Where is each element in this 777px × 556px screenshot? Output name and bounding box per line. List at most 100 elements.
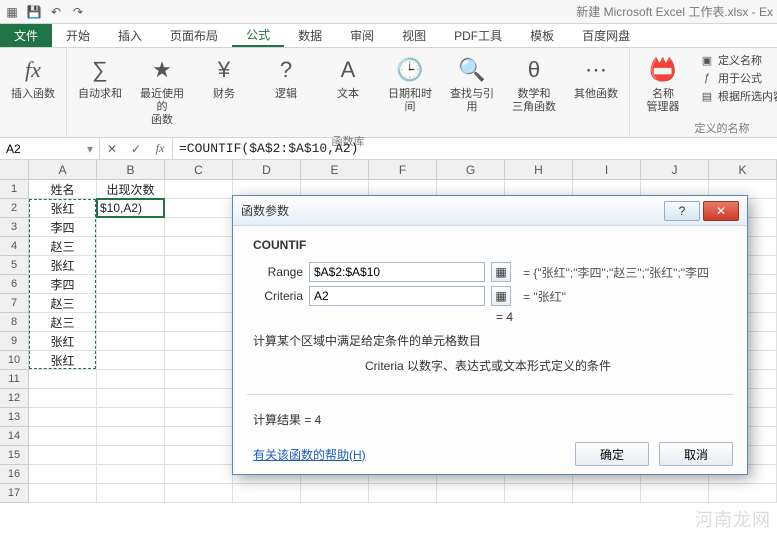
dialog-titlebar[interactable]: 函数参数 ? ✕: [233, 196, 747, 226]
tab-insert[interactable]: 插入: [104, 24, 156, 47]
tab-formulas[interactable]: 公式: [232, 24, 284, 47]
column-header-G[interactable]: G: [437, 160, 505, 180]
define-name-button[interactable]: ▣定义名称: [700, 52, 777, 68]
cell[interactable]: [709, 484, 777, 503]
cell[interactable]: 姓名: [29, 180, 97, 199]
use-in-formula-button[interactable]: ƒ用于公式: [700, 70, 777, 86]
cell[interactable]: [97, 313, 165, 332]
cell[interactable]: 张红: [29, 256, 97, 275]
row-header-11[interactable]: 11: [0, 370, 29, 389]
formula-enter-button[interactable]: ✓: [124, 138, 148, 159]
cell[interactable]: [29, 446, 97, 465]
cell[interactable]: [29, 370, 97, 389]
cell[interactable]: [97, 408, 165, 427]
criteria-picker-button[interactable]: ▦: [491, 286, 511, 306]
cell[interactable]: [29, 484, 97, 503]
formula-cancel-button[interactable]: ✕: [100, 138, 124, 159]
range-picker-button[interactable]: ▦: [491, 262, 511, 282]
name-manager-button[interactable]: 📛 名称管理器: [634, 50, 692, 118]
column-header-K[interactable]: K: [709, 160, 777, 180]
cell[interactable]: [165, 313, 233, 332]
cell[interactable]: [233, 484, 301, 503]
cell[interactable]: [301, 484, 369, 503]
row-header-2[interactable]: 2: [0, 199, 29, 218]
cell[interactable]: [165, 484, 233, 503]
row-header-3[interactable]: 3: [0, 218, 29, 237]
cell[interactable]: [97, 370, 165, 389]
cell[interactable]: [165, 294, 233, 313]
cell[interactable]: [97, 427, 165, 446]
financial-button[interactable]: ¥ 财务: [195, 50, 253, 105]
dialog-close-button[interactable]: ✕: [703, 201, 739, 221]
tab-review[interactable]: 审阅: [336, 24, 388, 47]
cell[interactable]: [573, 484, 641, 503]
cell[interactable]: $10,A2): [97, 199, 165, 218]
cell[interactable]: [165, 427, 233, 446]
column-header-B[interactable]: B: [97, 160, 165, 180]
autosum-button[interactable]: ∑ 自动求和: [71, 50, 129, 105]
chevron-down-icon[interactable]: ▾: [87, 142, 93, 156]
cell[interactable]: [369, 484, 437, 503]
qat-save-icon[interactable]: 💾: [26, 4, 42, 20]
column-header-I[interactable]: I: [573, 160, 641, 180]
recent-functions-button[interactable]: ★ 最近使用的函数: [133, 50, 191, 131]
cell[interactable]: [29, 465, 97, 484]
criteria-input[interactable]: [309, 286, 485, 306]
tab-data[interactable]: 数据: [284, 24, 336, 47]
more-functions-button[interactable]: ⋯ 其他函数: [567, 50, 625, 105]
column-header-A[interactable]: A: [29, 160, 97, 180]
cell[interactable]: 张红: [29, 199, 97, 218]
cell[interactable]: [97, 218, 165, 237]
column-header-D[interactable]: D: [233, 160, 301, 180]
column-header-E[interactable]: E: [301, 160, 369, 180]
row-header-10[interactable]: 10: [0, 351, 29, 370]
cell[interactable]: [165, 275, 233, 294]
cell[interactable]: [165, 465, 233, 484]
tab-layout[interactable]: 页面布局: [156, 24, 232, 47]
cell[interactable]: [97, 237, 165, 256]
column-header-C[interactable]: C: [165, 160, 233, 180]
cell[interactable]: [29, 389, 97, 408]
cell[interactable]: [97, 446, 165, 465]
cell[interactable]: [97, 484, 165, 503]
cell[interactable]: [165, 218, 233, 237]
create-from-selection-button[interactable]: ▤根据所选内容创建: [700, 88, 777, 104]
cell[interactable]: [97, 256, 165, 275]
cell[interactable]: [165, 332, 233, 351]
math-trig-button[interactable]: θ 数学和三角函数: [505, 50, 563, 118]
cell[interactable]: 出现次数: [97, 180, 165, 199]
tab-template[interactable]: 模板: [516, 24, 568, 47]
tab-file[interactable]: 文件: [0, 24, 52, 47]
row-header-16[interactable]: 16: [0, 465, 29, 484]
select-all-corner[interactable]: [0, 160, 29, 180]
cell[interactable]: 李四: [29, 275, 97, 294]
row-header-8[interactable]: 8: [0, 313, 29, 332]
insert-function-button[interactable]: fx 插入函数: [4, 50, 62, 105]
cell[interactable]: 张红: [29, 351, 97, 370]
row-header-17[interactable]: 17: [0, 484, 29, 503]
fx-button[interactable]: fx: [148, 138, 172, 159]
cell[interactable]: 张红: [29, 332, 97, 351]
row-header-13[interactable]: 13: [0, 408, 29, 427]
row-header-5[interactable]: 5: [0, 256, 29, 275]
row-header-15[interactable]: 15: [0, 446, 29, 465]
qat-undo-icon[interactable]: ↶: [48, 4, 64, 20]
row-header-4[interactable]: 4: [0, 237, 29, 256]
row-header-14[interactable]: 14: [0, 427, 29, 446]
logical-button[interactable]: ? 逻辑: [257, 50, 315, 105]
lookup-button[interactable]: 🔍 查找与引用: [443, 50, 501, 118]
cell[interactable]: [97, 294, 165, 313]
cell[interactable]: [165, 389, 233, 408]
cell[interactable]: [641, 484, 709, 503]
cell[interactable]: [165, 256, 233, 275]
tab-baidu[interactable]: 百度网盘: [568, 24, 644, 47]
cell[interactable]: [97, 332, 165, 351]
cell[interactable]: [165, 237, 233, 256]
cancel-button[interactable]: 取消: [659, 442, 733, 466]
name-box-input[interactable]: [6, 142, 87, 156]
cell[interactable]: [97, 275, 165, 294]
datetime-button[interactable]: 🕒 日期和时间: [381, 50, 439, 118]
cell[interactable]: [165, 180, 233, 199]
dialog-help-button[interactable]: ?: [664, 201, 700, 221]
qat-redo-icon[interactable]: ↷: [70, 4, 86, 20]
